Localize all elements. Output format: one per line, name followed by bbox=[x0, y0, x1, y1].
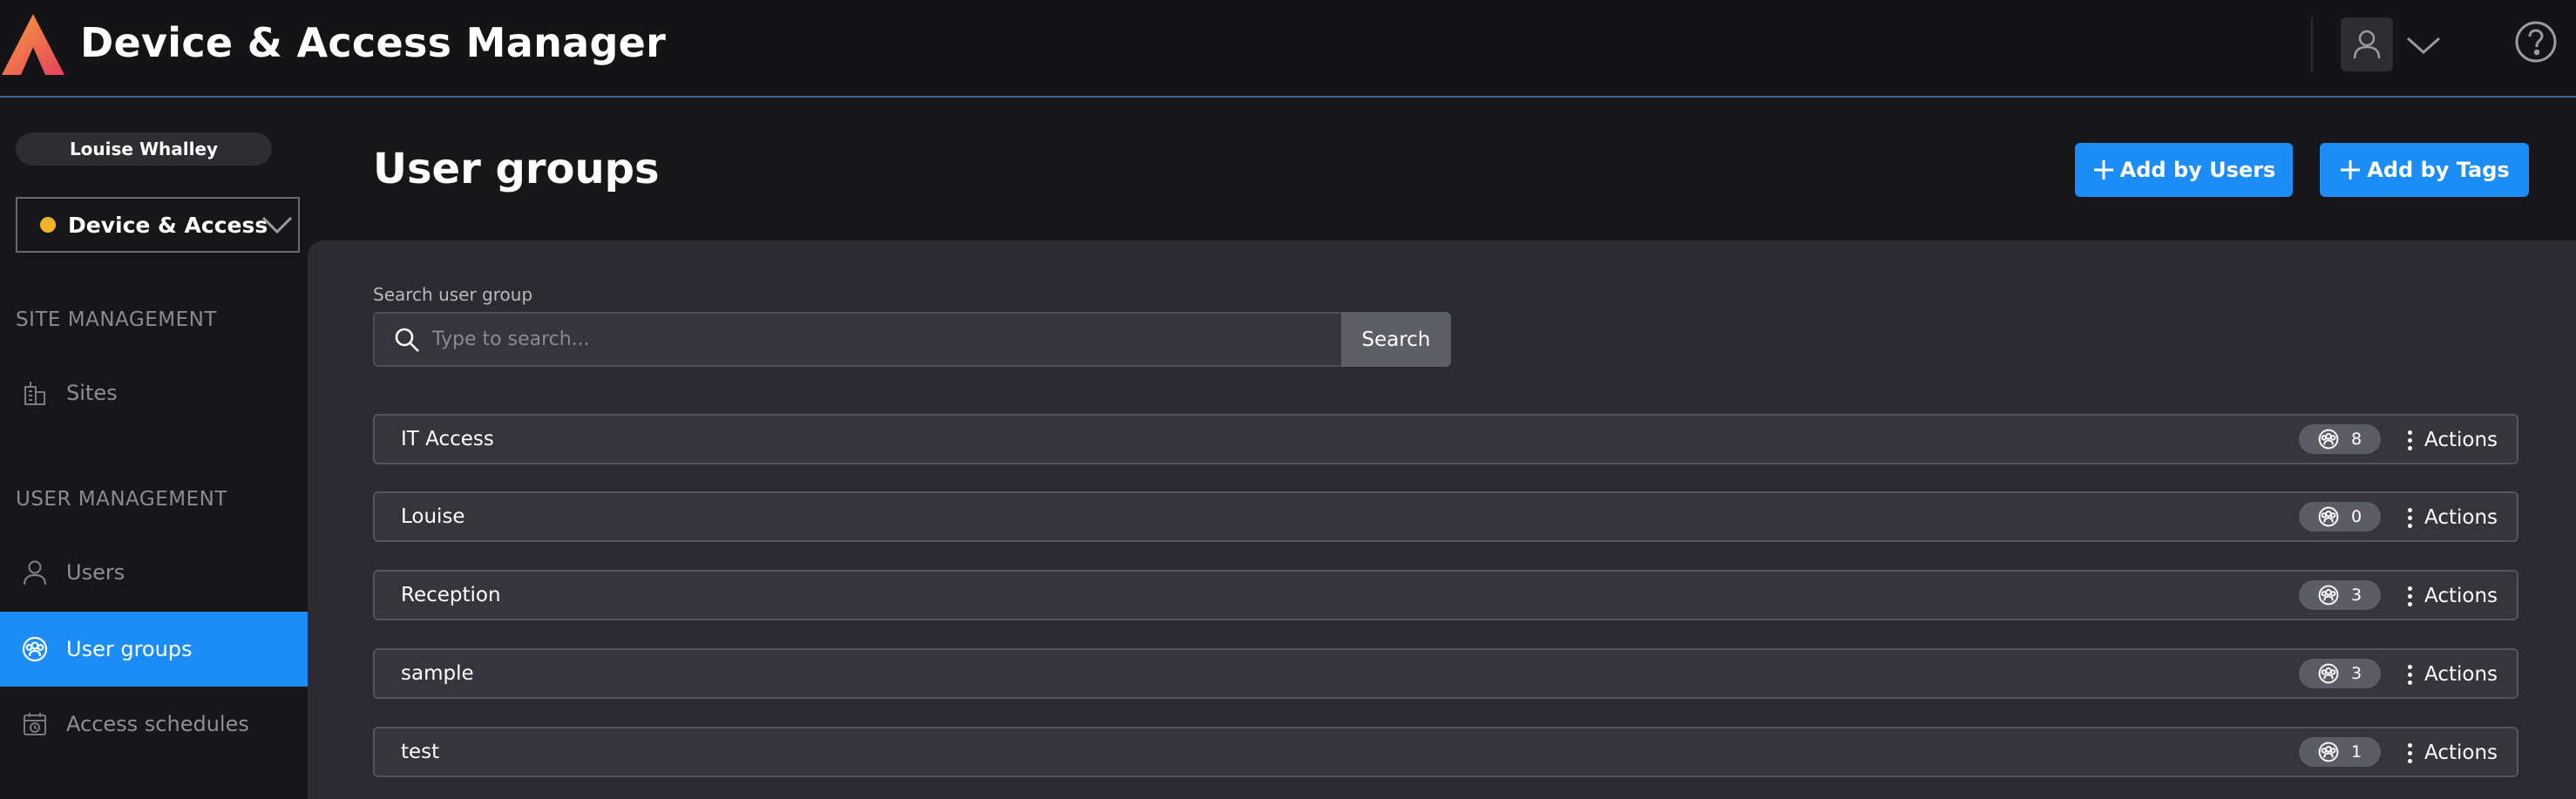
chevron-down-icon bbox=[2407, 37, 2440, 55]
schedule-icon bbox=[21, 710, 49, 738]
context-selector[interactable]: Device & Access bbox=[16, 197, 300, 253]
user-icon bbox=[21, 559, 49, 586]
user-avatar-icon bbox=[2353, 30, 2381, 59]
sidebar: Louise Whalley Device & Access SITE MANA… bbox=[0, 99, 308, 799]
actions-label: Actions bbox=[2424, 663, 2498, 686]
actions-menu-button[interactable]: Actions bbox=[2407, 739, 2498, 767]
user-avatar-button[interactable] bbox=[2341, 17, 2393, 71]
sidebar-item-access-schedules[interactable]: Access schedules bbox=[0, 687, 308, 762]
page-title: User groups bbox=[373, 145, 660, 193]
sidebar-item-label: Users bbox=[66, 560, 125, 585]
more-vertical-icon bbox=[2407, 429, 2412, 452]
user-group-icon bbox=[2318, 429, 2339, 450]
section-title-user-management: USER MANAGEMENT bbox=[16, 488, 227, 511]
member-count: 8 bbox=[2351, 430, 2362, 449]
group-row-louise[interactable]: Louise 0 Actions bbox=[373, 491, 2518, 542]
search-icon bbox=[395, 328, 419, 352]
user-menu-chevron[interactable] bbox=[2402, 26, 2445, 64]
app-logo[interactable] bbox=[0, 12, 66, 77]
actions-menu-button[interactable]: Actions bbox=[2407, 660, 2498, 688]
sidebar-item-label: Access schedules bbox=[66, 712, 249, 736]
top-header: Device & Access Manager bbox=[0, 0, 2576, 98]
user-group-icon bbox=[2318, 663, 2339, 684]
sidebar-item-users[interactable]: Users bbox=[0, 535, 308, 610]
help-button[interactable] bbox=[2513, 19, 2559, 64]
search-button[interactable]: Search bbox=[1341, 312, 1451, 367]
actions-menu-button[interactable]: Actions bbox=[2407, 426, 2498, 454]
actions-label: Actions bbox=[2424, 741, 2498, 764]
header-divider bbox=[2311, 17, 2313, 73]
building-icon bbox=[21, 379, 49, 407]
actions-label: Actions bbox=[2424, 429, 2498, 451]
plus-icon bbox=[2341, 160, 2361, 179]
actions-label: Actions bbox=[2424, 506, 2498, 529]
member-count: 0 bbox=[2351, 507, 2362, 526]
more-vertical-icon bbox=[2407, 741, 2412, 765]
group-row-reception[interactable]: Reception 3 Actions bbox=[373, 570, 2518, 620]
plus-icon bbox=[2093, 160, 2113, 179]
status-dot bbox=[40, 217, 56, 233]
member-count: 1 bbox=[2351, 742, 2362, 762]
section-title-site-management: SITE MANAGEMENT bbox=[16, 308, 217, 331]
user-group-icon bbox=[2318, 585, 2339, 606]
current-user-pill[interactable]: Louise Whalley bbox=[16, 132, 272, 166]
group-row-test[interactable]: test 1 Actions bbox=[373, 727, 2518, 777]
group-name: Reception bbox=[401, 584, 501, 606]
help-icon bbox=[2515, 21, 2557, 63]
sidebar-item-sites[interactable]: Sites bbox=[0, 355, 308, 430]
member-count-badge: 3 bbox=[2299, 659, 2381, 688]
member-count: 3 bbox=[2351, 664, 2362, 683]
group-name: IT Access bbox=[401, 428, 494, 450]
group-name: sample bbox=[401, 662, 474, 685]
actions-menu-button[interactable]: Actions bbox=[2407, 504, 2498, 532]
actions-menu-button[interactable]: Actions bbox=[2407, 582, 2498, 610]
context-label: Device & Access bbox=[68, 212, 268, 238]
more-vertical-icon bbox=[2407, 585, 2412, 608]
group-row-it-access[interactable]: IT Access 8 Actions bbox=[373, 414, 2518, 464]
add-by-tags-button[interactable]: Add by Tags bbox=[2320, 143, 2529, 197]
add-by-users-label: Add by Users bbox=[2119, 158, 2276, 182]
search-input[interactable] bbox=[432, 328, 1342, 350]
member-count: 3 bbox=[2351, 586, 2362, 605]
chevron-down-icon bbox=[261, 216, 293, 234]
user-group-icon bbox=[2318, 506, 2339, 527]
user-group-icon bbox=[21, 635, 49, 663]
add-by-users-button[interactable]: Add by Users bbox=[2075, 143, 2293, 197]
sidebar-item-label: Sites bbox=[66, 381, 118, 405]
sidebar-item-user-groups[interactable]: User groups bbox=[0, 612, 308, 687]
user-group-icon bbox=[2318, 741, 2339, 762]
more-vertical-icon bbox=[2407, 663, 2412, 687]
member-count-badge: 0 bbox=[2299, 502, 2381, 532]
more-vertical-icon bbox=[2407, 506, 2412, 530]
member-count-badge: 1 bbox=[2299, 737, 2381, 767]
search-label: Search user group bbox=[373, 284, 533, 305]
group-name: Louise bbox=[401, 505, 465, 528]
search-field[interactable] bbox=[373, 312, 1342, 367]
group-name: test bbox=[401, 741, 440, 763]
actions-label: Actions bbox=[2424, 585, 2498, 607]
group-row-sample[interactable]: sample 3 Actions bbox=[373, 648, 2518, 699]
sidebar-item-label: User groups bbox=[66, 637, 193, 661]
member-count-badge: 8 bbox=[2299, 424, 2381, 454]
add-by-tags-label: Add by Tags bbox=[2367, 158, 2510, 182]
member-count-badge: 3 bbox=[2299, 580, 2381, 610]
app-title: Device & Access Manager bbox=[80, 19, 667, 66]
